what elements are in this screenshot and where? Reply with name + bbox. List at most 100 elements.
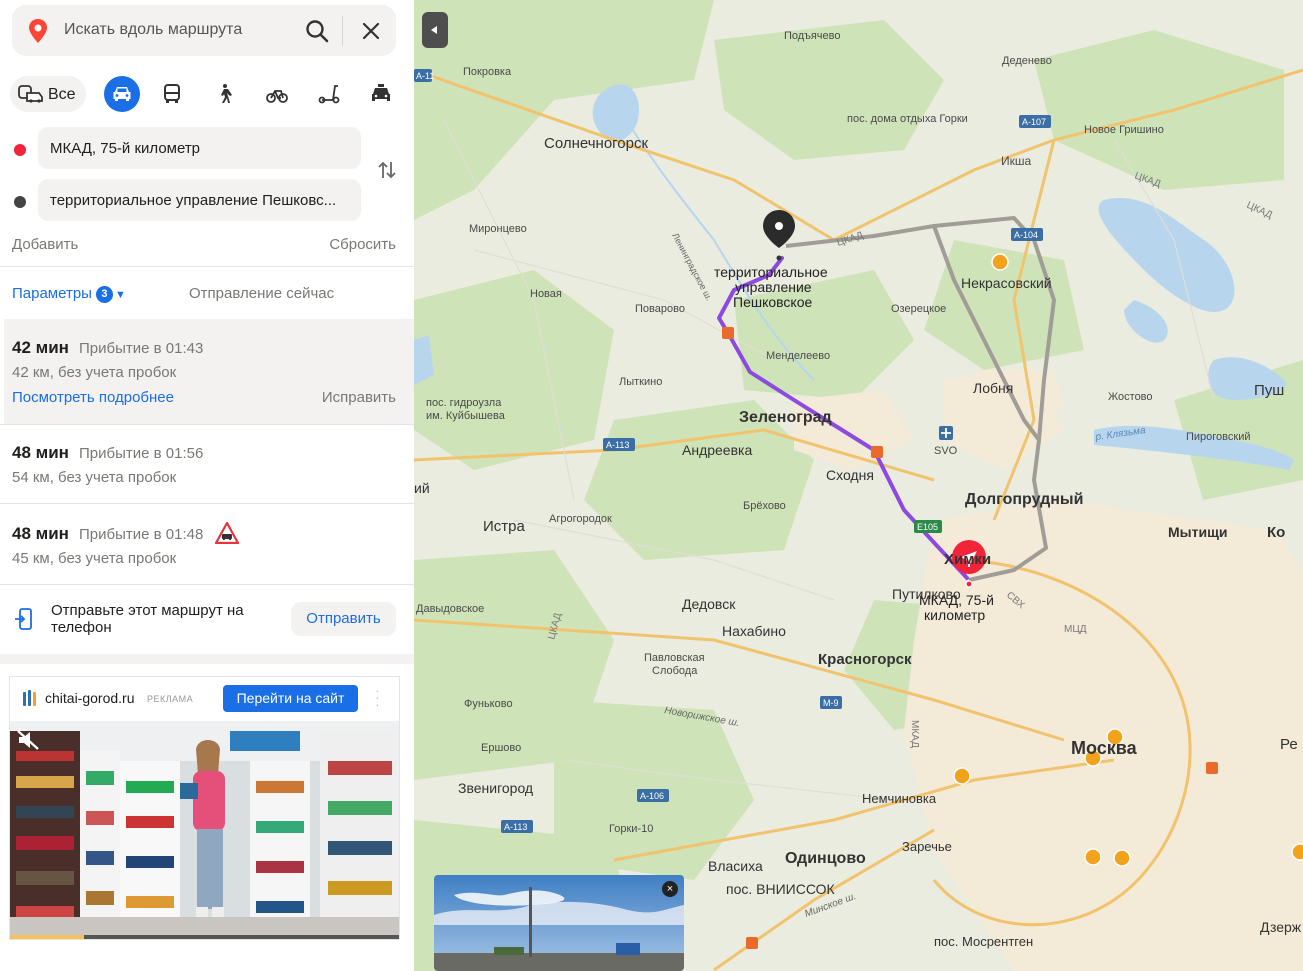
route-option-1[interactable]: 42 мин Прибытие в 01:43 42 км, без учета… bbox=[4, 319, 414, 424]
badge-a107: А-107 bbox=[1022, 117, 1046, 127]
label-krasnogorsk: Красногорск bbox=[818, 651, 912, 668]
origin-field[interactable]: МКАД, 75-й километр bbox=[38, 127, 361, 169]
badge-a113b: А-113 bbox=[504, 822, 527, 832]
advertisement[interactable]: chitai-gorod.ru РЕКЛАМА Перейти на сайт … bbox=[9, 676, 400, 940]
scooter-icon bbox=[318, 85, 340, 104]
label-ozereckoe: Озерецкое bbox=[891, 303, 946, 315]
route-duration: 48 мин bbox=[12, 524, 69, 543]
route-fix-link[interactable]: Исправить bbox=[322, 389, 396, 406]
label-skhodnya: Сходня bbox=[826, 467, 874, 483]
label-istra: Истра bbox=[483, 518, 525, 535]
divider bbox=[0, 654, 414, 664]
close-icon[interactable]: × bbox=[662, 881, 678, 897]
label-zelenograd: Зеленоград bbox=[739, 409, 832, 426]
label-davydovskoe: Давыдовское bbox=[416, 603, 484, 615]
route-arrival: Прибытие в 01:48 bbox=[79, 526, 204, 543]
origin-dot bbox=[14, 144, 26, 156]
street-panorama-preview[interactable]: × bbox=[434, 875, 684, 971]
add-waypoint-link[interactable]: Добавить bbox=[12, 236, 78, 253]
badge-m9: М-9 bbox=[823, 698, 839, 708]
map-canvas[interactable]: А-11 А-107 А-104 А-113 E105 М-9 А-106 А-… bbox=[414, 0, 1303, 971]
label-vniissok: пос. ВНИИССОК bbox=[726, 881, 836, 897]
label-dedenevo: Деденево bbox=[1002, 55, 1052, 67]
label-podyachevo: Подъячево bbox=[784, 30, 840, 42]
ad-video[interactable] bbox=[10, 721, 399, 939]
divider bbox=[0, 584, 414, 585]
label-lytkino: Лыткино bbox=[619, 376, 662, 388]
route-option-2[interactable]: 48 мин Прибытие в 01:56 54 км, без учета… bbox=[4, 425, 414, 503]
label-zhostovo: Жостово bbox=[1108, 391, 1153, 403]
label-lobnya: Лобня bbox=[973, 380, 1013, 396]
swap-waypoints-icon[interactable] bbox=[376, 158, 398, 182]
reset-link[interactable]: Сбросить bbox=[329, 236, 396, 253]
search-icon[interactable] bbox=[303, 17, 331, 45]
parameters-toggle[interactable]: Параметры 3 ▼ bbox=[12, 285, 126, 303]
label-push: Пуш bbox=[1254, 382, 1284, 399]
label-ckad-2: ЦКАД bbox=[1245, 200, 1274, 221]
route-duration: 48 мин bbox=[12, 443, 69, 462]
label-mendeleevo: Менделеево bbox=[766, 350, 830, 362]
chevron-down-icon: ▼ bbox=[114, 289, 126, 301]
mode-all-label: Все bbox=[48, 86, 76, 103]
transport-mode-bar: Все bbox=[10, 74, 405, 114]
badge-a11: А-11 bbox=[416, 71, 434, 81]
go-to-site-button[interactable]: Перейти на сайт bbox=[223, 685, 358, 712]
bookstore-photo bbox=[10, 721, 399, 939]
mode-bike-button[interactable] bbox=[259, 76, 295, 112]
badge-a104: А-104 bbox=[1014, 230, 1038, 240]
destination-marker[interactable] bbox=[763, 210, 795, 261]
label-leningradskoe: Ленинградское ш. bbox=[670, 231, 714, 302]
label-zvenigorod: Звенигород bbox=[458, 780, 533, 796]
send-button[interactable]: Отправить bbox=[291, 602, 396, 636]
label-odintsovo: Одинцово bbox=[785, 850, 866, 867]
mode-all-button[interactable]: Все bbox=[10, 76, 86, 112]
route-search-bar[interactable]: Искать вдоль маршрута bbox=[12, 5, 396, 56]
badge-e105: E105 bbox=[917, 522, 938, 532]
label-mcd: МЦД bbox=[1064, 624, 1087, 635]
send-to-phone-block: Отправьте этот маршрут на телефон Отправ… bbox=[4, 588, 414, 654]
ad-label: РЕКЛАМА bbox=[147, 694, 194, 704]
collapse-panel-button[interactable] bbox=[422, 12, 448, 48]
label-ii: ий bbox=[414, 480, 430, 496]
label-svo: SVO bbox=[934, 445, 958, 457]
map[interactable]: А-11 А-107 А-104 А-113 E105 М-9 А-106 А-… bbox=[414, 0, 1303, 971]
send-to-phone-text: Отправьте этот маршрут на телефон bbox=[51, 602, 244, 636]
label-ko: Ко bbox=[1267, 524, 1285, 541]
mode-taxi-button[interactable] bbox=[363, 76, 399, 112]
label-vlasikha: Власиха bbox=[708, 858, 763, 874]
mode-scooter-button[interactable] bbox=[311, 76, 347, 112]
mute-icon[interactable] bbox=[16, 729, 42, 751]
label-mironcevo: Миронцево bbox=[469, 223, 527, 235]
mode-car-button[interactable] bbox=[104, 76, 140, 112]
mode-walk-button[interactable] bbox=[206, 76, 242, 112]
destination-field[interactable]: территориальное управление Пешковс... bbox=[38, 179, 361, 221]
pedestrian-icon bbox=[221, 84, 232, 103]
label-nakhabino: Нахабино bbox=[722, 623, 786, 639]
divider bbox=[0, 266, 414, 267]
label-pokrovka: Покровка bbox=[463, 66, 512, 78]
bicycle-icon bbox=[266, 90, 288, 103]
more-options-icon[interactable]: · · · bbox=[375, 683, 381, 711]
label-agrogorodok: Агрогородок bbox=[549, 513, 612, 525]
label-dzerzh: Дзерж bbox=[1260, 919, 1302, 935]
label-iksha: Икша bbox=[1001, 154, 1032, 168]
close-icon[interactable] bbox=[358, 18, 384, 44]
route-option-3[interactable]: 48 мин Прибытие в 01:48 45 км, без учета… bbox=[4, 504, 414, 584]
label-dedovsk: Дедовск bbox=[682, 596, 736, 612]
label-gidrouzel: пос. гидроузла им. Куйбышева bbox=[426, 397, 506, 422]
departure-time-selector[interactable]: Отправление сейчас bbox=[189, 285, 334, 302]
label-povarovo: Поварово bbox=[635, 303, 685, 315]
mode-transit-button[interactable] bbox=[154, 76, 190, 112]
label-solnechnogorsk: Солнечногорск bbox=[544, 135, 648, 152]
badge-a113a: А-113 bbox=[606, 440, 629, 450]
search-input[interactable]: Искать вдоль маршрута bbox=[64, 21, 242, 39]
route-details-link[interactable]: Посмотреть подробнее bbox=[12, 389, 174, 406]
label-destination: территориальное управление Пешковское bbox=[714, 264, 828, 310]
label-khimki: Химки bbox=[944, 551, 991, 568]
badge-a106: А-106 bbox=[640, 791, 664, 801]
label-zarechye: Заречье bbox=[902, 839, 952, 854]
all-transport-icon bbox=[18, 85, 43, 103]
label-gorki: пос. дома отдыха Горки bbox=[847, 113, 968, 125]
destination-dot bbox=[14, 196, 26, 208]
label-novaya: Новая bbox=[530, 288, 562, 300]
